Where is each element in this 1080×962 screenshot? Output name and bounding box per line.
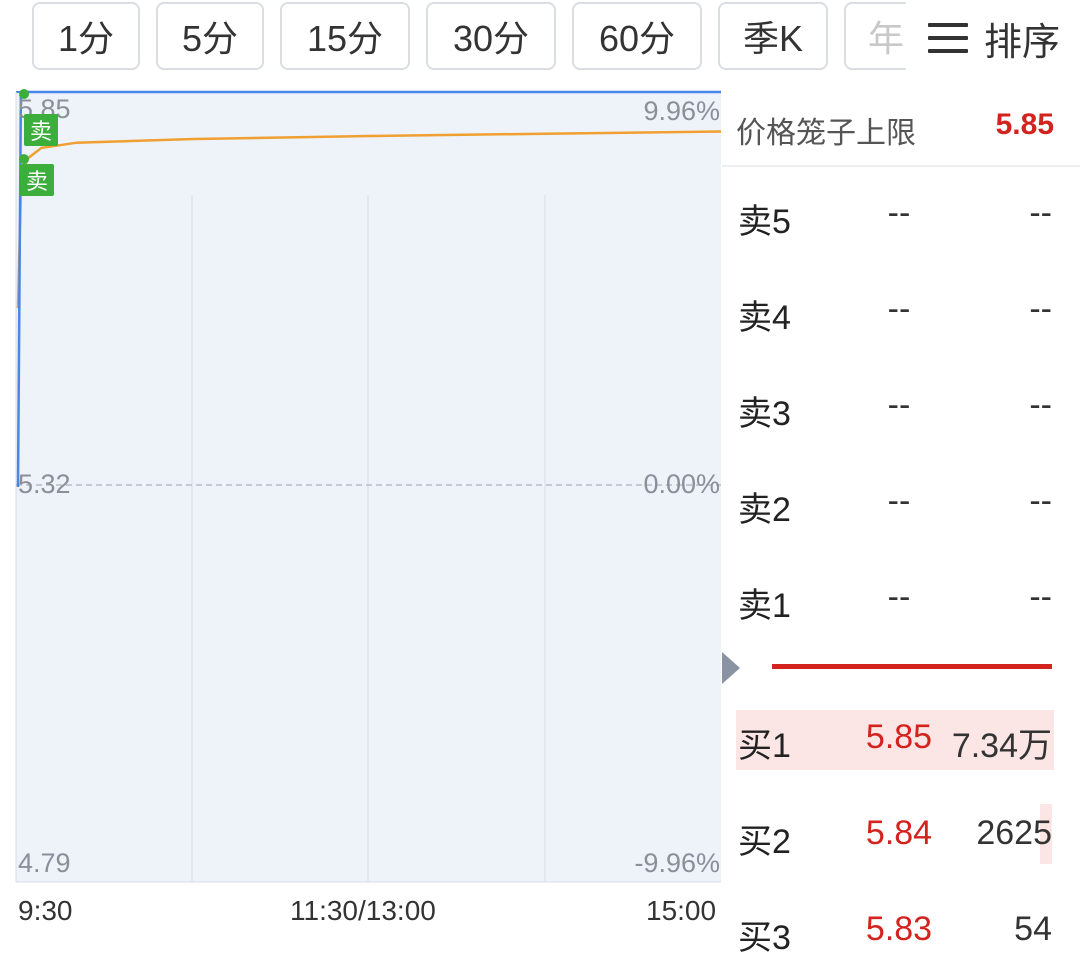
period-tabs: 1分 5分 15分 30分 60分 季K 年 排序 [0, 0, 1080, 88]
bid-qty: 7.34万 [951, 727, 1052, 765]
bid-price: 5.85 [865, 718, 933, 756]
ask-row-2[interactable]: 卖2 -- -- [736, 474, 1054, 534]
avg-price-line [16, 130, 722, 309]
pct-label-top: 9.96% [643, 96, 720, 126]
order-book-divider [722, 165, 1080, 167]
tab-5min[interactable]: 5分 [156, 2, 264, 70]
pct-label-mid: 0.00% [643, 469, 720, 499]
bid-row-1[interactable]: 买1 5.85 7.34万 [736, 710, 1054, 770]
ask-qty: -- [1029, 578, 1052, 616]
time-label-midday: 11:30/13:00 [290, 895, 436, 926]
ask-row-3[interactable]: 卖3 -- -- [736, 378, 1054, 438]
bid-level: 买1 [738, 727, 791, 765]
price-label-mid: 5.32 [18, 469, 71, 499]
hamburger-icon [928, 23, 968, 53]
price-cage-value: 5.85 [995, 108, 1054, 141]
ask-price: -- [887, 482, 911, 520]
ask-price: -- [887, 194, 911, 232]
ask-level: 卖3 [738, 395, 791, 433]
bid-row-3[interactable]: 买3 5.83 54 [736, 902, 1054, 962]
ask-qty: -- [1029, 482, 1052, 520]
ask-qty: -- [1029, 386, 1052, 424]
price-separator-line [772, 664, 1052, 669]
current-price-arrow-icon [722, 652, 740, 684]
time-label-close: 15:00 [646, 895, 717, 926]
ask-level: 卖1 [738, 587, 791, 625]
bid-price: 5.83 [865, 910, 933, 948]
pct-label-bottom: -9.96% [634, 848, 720, 878]
ask-price: -- [887, 290, 911, 328]
tab-15min[interactable]: 15分 [280, 2, 410, 70]
bid-qty: 54 [1014, 910, 1052, 948]
ask-level: 卖5 [738, 203, 791, 241]
bid-level: 买2 [738, 823, 791, 861]
ask-row-1[interactable]: 卖1 -- -- [736, 570, 1054, 630]
bid-row-2[interactable]: 买2 5.84 2625 [736, 806, 1054, 866]
ask-row-5[interactable]: 卖5 -- -- [736, 186, 1054, 246]
ask-level: 卖4 [738, 299, 791, 337]
time-label-open: 9:30 [18, 895, 73, 926]
sell-marker-2[interactable]: 卖 [20, 164, 54, 196]
tab-30min[interactable]: 30分 [426, 2, 556, 70]
ask-price: -- [887, 386, 911, 424]
bid-price: 5.84 [865, 814, 933, 852]
bid-level: 买3 [738, 919, 791, 957]
sort-label: 排序 [984, 21, 1061, 64]
bid-qty: 2625 [976, 814, 1052, 852]
sort-button[interactable]: 排序 [906, 2, 1080, 74]
tab-quarter-k[interactable]: 季K [718, 2, 828, 70]
chart-background [16, 92, 721, 882]
price-label-bottom: 4.79 [18, 848, 71, 878]
tab-60min[interactable]: 60分 [572, 2, 702, 70]
price-line [16, 90, 721, 488]
sell-marker-1[interactable]: 卖 [24, 114, 58, 146]
ask-qty: -- [1029, 194, 1052, 232]
price-cage-limit: 价格笼子上限 5.85 [736, 108, 1054, 152]
ask-row-4[interactable]: 卖4 -- -- [736, 282, 1054, 342]
tab-1min[interactable]: 1分 [32, 2, 140, 70]
price-cage-label: 价格笼子上限 [736, 117, 916, 150]
avg-start-marker [19, 154, 29, 165]
ask-level: 卖2 [738, 491, 791, 529]
ask-qty: -- [1029, 290, 1052, 328]
ask-price: -- [887, 578, 911, 616]
